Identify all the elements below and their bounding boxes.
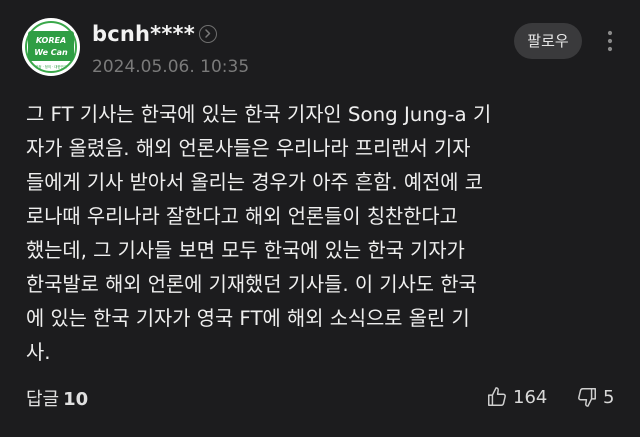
dislike-button[interactable]: 5 xyxy=(576,383,614,411)
more-vertical-icon[interactable] xyxy=(600,26,620,56)
author-name[interactable]: bcnh**** xyxy=(92,22,195,46)
comment-body-line: 로나때 우리나라 잘한다고 해외 언론들이 칭찬한다고 xyxy=(26,205,458,228)
avatar-caption: 공정 · 정의 · 대한민국 xyxy=(35,64,66,69)
comment-card: KOREA We Can 공정 · 정의 · 대한민국 bcnh**** 202… xyxy=(0,0,640,437)
follow-button[interactable]: 팔로우 xyxy=(514,23,582,59)
comment-body-line: 한국발로 해외 언론에 기재했던 기사들. 이 기사도 한국 xyxy=(26,273,477,296)
comment-date: 2024.05.06. 10:35 xyxy=(92,57,250,77)
thumbs-down-icon xyxy=(578,388,596,407)
avatar-logo: KOREA We Can 공정 · 정의 · 대한민국 xyxy=(23,19,79,75)
like-count: 164 xyxy=(513,386,548,408)
chevron-right-circle-icon[interactable] xyxy=(199,25,217,43)
comment-body-line: 사. xyxy=(26,341,51,364)
reply-button[interactable]: 답글 10 xyxy=(26,385,88,411)
comment-body-line: 들에게 기사 받아서 올리는 경우가 아주 흔함. 예전에 코 xyxy=(26,171,483,194)
like-button[interactable]: 164 xyxy=(486,383,547,411)
comment-body-line: 했는데, 그 기사들 보면 모두 한국에 있는 한국 기자가 xyxy=(26,239,465,262)
comment-body-line: 자가 올렸음. 해외 언론사들은 우리나라 프리랜서 기자 xyxy=(26,137,471,160)
comment-footer: 답글 10 164 5 xyxy=(0,383,640,413)
dislike-count: 5 xyxy=(603,386,615,408)
reply-label: 답글 xyxy=(26,389,60,410)
avatar-line1: KOREA xyxy=(36,36,66,45)
thumbs-up-icon xyxy=(488,387,506,406)
avatar[interactable]: KOREA We Can 공정 · 정의 · 대한민국 xyxy=(22,18,80,76)
comment-body: 그 FT 기사는 한국에 있는 한국 기자인 Song Jung-a 기 자가 … xyxy=(26,98,626,370)
reply-count: 10 xyxy=(63,389,89,410)
comment-body-line: 에 있는 한국 기자가 영국 FT에 해외 소식으로 올린 기 xyxy=(26,307,470,330)
avatar-line2: We Can xyxy=(34,48,68,57)
comment-body-line: 그 FT 기사는 한국에 있는 한국 기자인 Song Jung-a 기 xyxy=(26,103,492,126)
